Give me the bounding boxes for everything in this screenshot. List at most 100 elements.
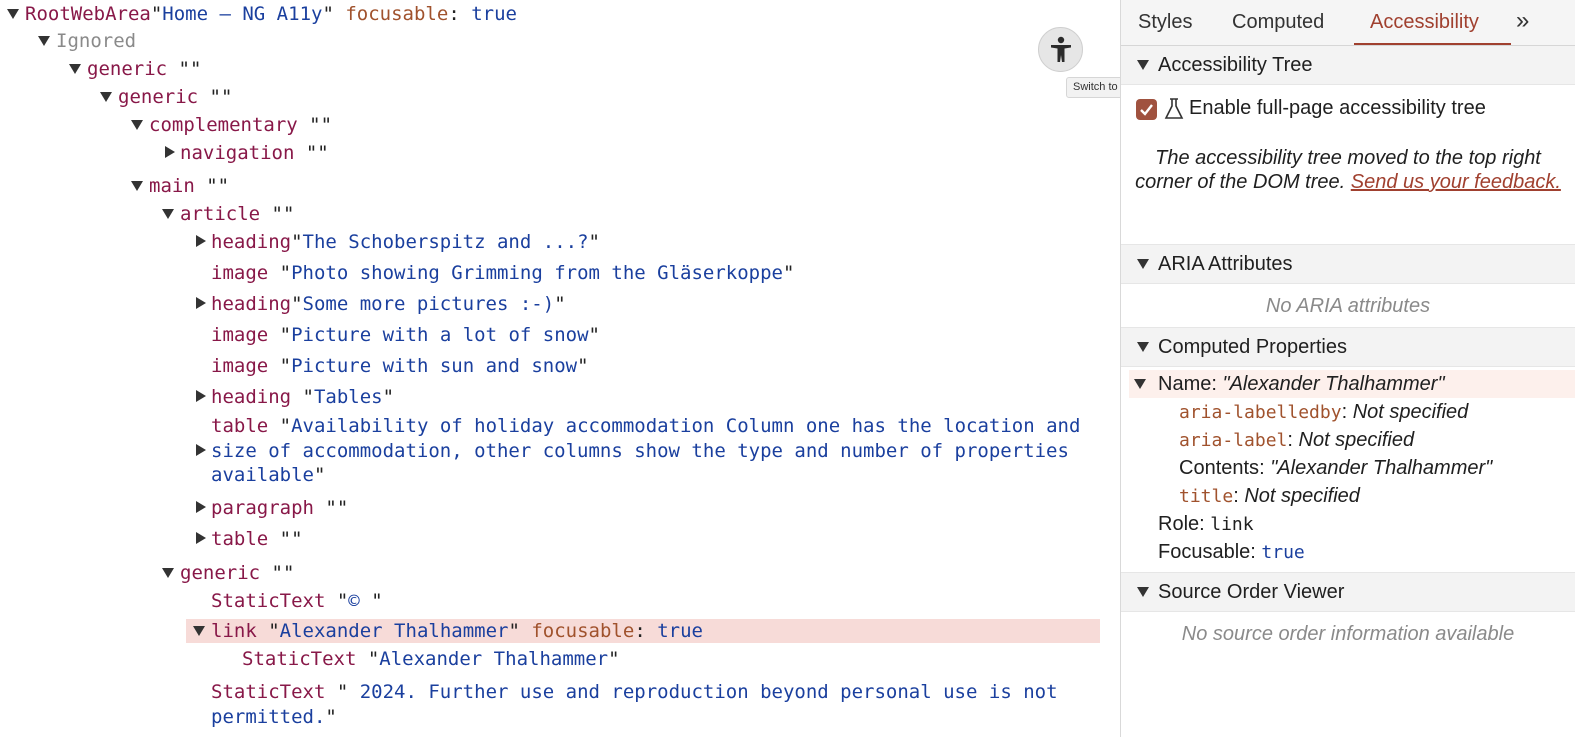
tree-node[interactable]: heading"Some more pictures :-)" (0, 290, 1120, 318)
expand-triangle-icon[interactable] (1134, 379, 1146, 389)
tree-node[interactable]: image "Photo showing Grimming from the G… (0, 259, 1120, 287)
expand-triangle-icon (1137, 342, 1149, 352)
node-name: Alexander Thalhammer (379, 648, 609, 670)
attr-name: aria-label (1179, 430, 1288, 451)
tree-node[interactable]: StaticText "Alexander Thalhammer" (0, 645, 1120, 673)
node-name: Picture with a lot of snow (291, 324, 589, 346)
expand-triangle-icon[interactable] (100, 92, 112, 102)
attr-name: aria-labelledby (1179, 402, 1342, 423)
expand-triangle-icon[interactable] (162, 209, 174, 219)
collapse-triangle-icon[interactable] (196, 390, 206, 402)
node-role: image (211, 324, 269, 346)
node-role: main (149, 175, 195, 197)
tree-node[interactable]: heading"The Schoberspitz and ...?" (0, 228, 1120, 256)
expand-triangle-icon (1137, 259, 1149, 269)
node-name: Availability of holiday accommodation Co… (211, 415, 1081, 486)
focusable-value: true (1261, 542, 1305, 563)
aria-empty-text: No ARIA attributes (1265, 295, 1431, 317)
tree-node[interactable]: heading "Tables" (0, 383, 1120, 411)
collapse-triangle-icon[interactable] (196, 444, 206, 456)
source-contents: Contents: "Alexander Thalhammer" (1179, 457, 1493, 479)
tree-node[interactable]: table "" (0, 525, 1120, 553)
node-role: image (211, 355, 269, 377)
node-role: link (211, 620, 257, 642)
source-order-empty-text: No source order information available (1181, 623, 1515, 645)
expand-triangle-icon[interactable] (131, 120, 143, 130)
tab-accessibility[interactable]: Accessibility (1370, 0, 1479, 45)
attr-value: Not specified (1352, 401, 1469, 423)
computed-focusable-row: Focusable: true (1158, 541, 1305, 564)
tree-node[interactable]: navigation "" (0, 139, 1120, 167)
collapse-triangle-icon[interactable] (196, 235, 206, 247)
focusable-label: Focusable: (1158, 541, 1262, 563)
tooltip: Switch to DOM Tree view (1066, 77, 1120, 98)
node-prop: focusable (345, 3, 449, 25)
section-source-order-header[interactable]: Source Order Viewer (1121, 572, 1575, 612)
attr-value: "Alexander Thalhammer" (1270, 457, 1493, 479)
notice-text: The accessibility tree moved to the top … (1127, 146, 1569, 194)
attr-name: title (1179, 486, 1234, 507)
collapse-triangle-icon[interactable] (196, 532, 206, 544)
tree-node[interactable]: generic "" (0, 55, 1120, 83)
tree-node[interactable]: table "Availability of holiday accommoda… (0, 414, 1120, 490)
tree-node[interactable]: main "" (0, 172, 1120, 200)
expand-triangle-icon[interactable] (7, 9, 19, 19)
section-title: Computed Properties (1158, 336, 1347, 358)
tree-node[interactable]: paragraph "" (0, 494, 1120, 522)
tree-node[interactable]: StaticText "© " (0, 587, 1120, 615)
tree-node[interactable]: image "Picture with sun and snow" (0, 352, 1120, 380)
role-value: link (1210, 514, 1254, 535)
node-role: heading (211, 386, 292, 408)
attr-value: Not specified (1298, 429, 1415, 451)
node-name: The Schoberspitz and ...? (302, 231, 589, 253)
section-aria-header[interactable]: ARIA Attributes (1121, 244, 1575, 284)
node-ignored-label: Ignored (56, 30, 137, 52)
expand-triangle-icon[interactable] (193, 626, 205, 636)
collapse-triangle-icon[interactable] (165, 146, 175, 158)
node-name: © (348, 590, 372, 612)
tree-node[interactable]: generic "" (0, 83, 1120, 111)
node-role: paragraph (211, 497, 314, 519)
tree-node-selected-link[interactable]: link "Alexander Thalhammer" focusable: t… (0, 617, 1120, 645)
tree-node-root[interactable]: RootWebArea"Home – NG A11y" focusable: t… (0, 0, 1120, 28)
feedback-link[interactable]: Send us your feedback. (1351, 171, 1561, 193)
tree-node[interactable]: generic "" (0, 559, 1120, 587)
source-title: title: Not specified (1179, 485, 1360, 507)
attr-value: Not specified (1244, 485, 1360, 507)
expand-triangle-icon[interactable] (162, 568, 174, 578)
tree-node[interactable]: article "" (0, 200, 1120, 228)
sidebar-tabbar: Styles Computed Accessibility » (1121, 0, 1575, 46)
node-name: Home – NG A11y (162, 3, 323, 25)
chevron-double-right-icon[interactable]: » (1516, 0, 1529, 45)
collapse-triangle-icon[interactable] (196, 501, 206, 513)
expand-triangle-icon[interactable] (69, 64, 81, 74)
source-aria-labelledby: aria-labelledby: Not specified (1179, 401, 1469, 423)
tree-node[interactable]: StaticText " 2024. Further use and repro… (0, 680, 1120, 732)
collapse-triangle-icon[interactable] (196, 297, 206, 309)
node-role: RootWebArea (25, 3, 151, 25)
tree-node-ignored[interactable]: Ignored (0, 27, 1120, 55)
expand-triangle-icon[interactable] (38, 36, 50, 46)
section-title: ARIA Attributes (1158, 253, 1293, 275)
section-title: Accessibility Tree (1158, 54, 1313, 76)
tab-computed[interactable]: Computed (1232, 0, 1324, 45)
node-role: table (211, 528, 269, 550)
active-tab-indicator (1354, 43, 1511, 45)
computed-name-row: Name: "Alexander Thalhammer" (1158, 373, 1445, 396)
node-role: StaticText (242, 648, 357, 670)
enable-full-page-tree-checkbox[interactable] (1136, 99, 1157, 120)
section-accessibility-tree-header[interactable]: Accessibility Tree (1121, 46, 1575, 85)
accessibility-tree-pane: RootWebArea"Home – NG A11y" focusable: t… (0, 0, 1120, 737)
section-computed-header[interactable]: Computed Properties (1121, 327, 1575, 367)
switch-to-dom-tree-button[interactable] (1038, 27, 1083, 72)
tree-node[interactable]: complementary "" (0, 111, 1120, 139)
tab-styles[interactable]: Styles (1138, 0, 1192, 45)
attr-name: Contents (1179, 457, 1260, 479)
node-role: complementary (149, 114, 298, 136)
expand-triangle-icon[interactable] (131, 181, 143, 191)
node-role: StaticText (211, 681, 326, 703)
tree-node[interactable]: image "Picture with a lot of snow" (0, 321, 1120, 349)
node-role: generic (180, 562, 261, 584)
section-accessibility-tree-body: Enable full-page accessibility tree The … (1121, 85, 1575, 242)
checkbox-label[interactable]: Enable full-page accessibility tree (1189, 97, 1486, 120)
